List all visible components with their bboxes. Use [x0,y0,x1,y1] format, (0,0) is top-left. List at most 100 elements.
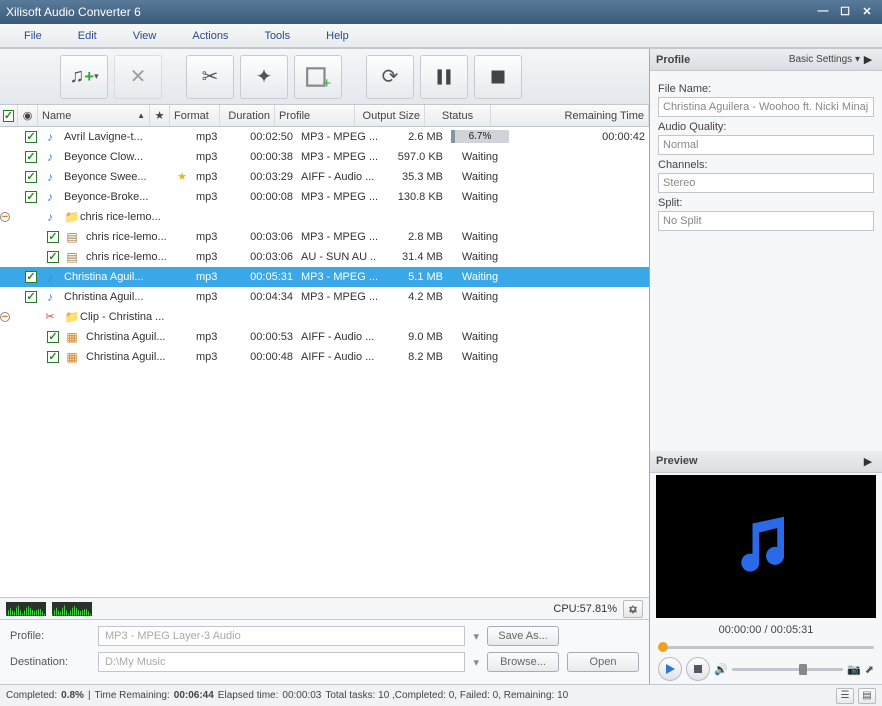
table-row[interactable]: ✓♪Christina Aguil...mp300:05:31MP3 - MPE… [0,267,649,287]
star-cell[interactable] [172,327,192,346]
col-profile[interactable]: Profile [275,105,355,126]
menu-help[interactable]: Help [308,26,367,46]
table-row[interactable]: ✓♪Avril Lavigne-t...mp300:02:50MP3 - MPE… [0,127,649,147]
table-row[interactable]: ✓♪Beyonce Swee...★mp300:03:29AIFF - Audi… [0,167,649,187]
menu-file[interactable]: File [6,26,60,46]
preview-expand-button[interactable]: ▶ [860,455,876,468]
menu-edit[interactable]: Edit [60,26,115,46]
star-cell[interactable] [172,147,192,166]
star-cell[interactable] [172,247,192,266]
row-checkbox[interactable]: ✓ [47,251,58,263]
save-as-button[interactable]: Save As... [487,626,559,646]
stop-preview-button[interactable] [686,657,710,681]
check-all[interactable]: ✓ [3,110,14,122]
channels-label: Channels: [658,159,874,171]
add-video-button[interactable]: + [294,55,342,99]
clip-button[interactable]: ✂ [186,55,234,99]
menu-view[interactable]: View [115,26,175,46]
row-checkbox[interactable]: ✓ [47,231,58,243]
table-row[interactable]: −✂📁 Clip - Christina ... [0,307,649,327]
duration-cell: 00:03:06 [242,247,297,266]
cpu-meter-icon [52,602,92,616]
table-row[interactable]: −♪📁 chris rice-lemo... [0,207,649,227]
table-row[interactable]: ✓▦Christina Aguil...mp300:00:48AIFF - Au… [0,347,649,367]
file-list[interactable]: ✓♪Avril Lavigne-t...mp300:02:50MP3 - MPE… [0,127,649,597]
star-cell[interactable] [172,207,192,226]
star-cell[interactable] [172,287,192,306]
cpu-settings-button[interactable] [623,600,643,618]
col-remaining[interactable]: Remaining Time [491,105,649,126]
collapse-icon[interactable]: − [0,312,10,322]
table-row[interactable]: ✓♪Beyonce-Broke...mp300:00:08MP3 - MPEG … [0,187,649,207]
audio-quality-select[interactable]: Normal [658,135,874,155]
table-row[interactable]: ✓♪Christina Aguil...mp300:04:34MP3 - MPE… [0,287,649,307]
preview-seek-slider[interactable] [658,640,874,654]
table-row[interactable]: ✓♪Beyonce Clow...mp300:00:38MP3 - MPEG .… [0,147,649,167]
profile-panel: File Name: Audio Quality: Normal Channel… [650,71,882,239]
menu-actions[interactable]: Actions [174,26,246,46]
audio-quality-label: Audio Quality: [658,121,874,133]
channels-select[interactable]: Stereo [658,173,874,193]
output-cell: 5.1 MB [377,267,447,286]
collapse-icon[interactable]: − [0,212,10,222]
profile-cell: AIFF - Audio ... [297,327,377,346]
close-button[interactable]: ✕ [858,5,876,19]
open-button[interactable]: Open [567,652,639,672]
profile-cell [297,207,377,226]
stop-button[interactable] [474,55,522,99]
basic-settings-dropdown[interactable]: Basic Settings ▾ [789,54,860,65]
browse-button[interactable]: Browse... [487,652,559,672]
col-status[interactable]: Status [425,105,491,126]
file-type-icon: ♪ [40,187,60,206]
star-cell[interactable] [172,307,192,326]
effects-button[interactable]: ✦ [240,55,288,99]
star-cell[interactable]: ★ [172,167,192,186]
duration-cell: 00:00:53 [242,327,297,346]
table-row[interactable]: ✓▤chris rice-lemo...mp300:03:06MP3 - MPE… [0,227,649,247]
row-checkbox[interactable]: ✓ [25,151,36,163]
convert-button[interactable]: ⟳ [366,55,414,99]
play-button[interactable] [658,657,682,681]
star-cell[interactable] [172,127,192,146]
destination-input[interactable] [98,652,465,672]
star-cell[interactable] [172,267,192,286]
log-button[interactable]: ▤ [858,688,876,704]
popout-button[interactable]: ⬈ [865,663,874,676]
col-name[interactable]: Name ▲ [38,105,150,126]
profile-cell [297,307,377,326]
minimize-button[interactable]: — [814,5,832,19]
star-cell[interactable] [172,347,192,366]
profile-cell: MP3 - MPEG ... [297,227,377,246]
row-checkbox[interactable]: ✓ [25,171,36,183]
split-select[interactable]: No Split [658,211,874,231]
row-checkbox[interactable]: ✓ [25,131,36,143]
row-checkbox[interactable]: ✓ [25,271,36,283]
table-row[interactable]: ✓▤chris rice-lemo...mp300:03:06AU - SUN … [0,247,649,267]
col-star[interactable]: ★ [150,105,170,126]
destination-label: Destination: [10,656,90,668]
row-checkbox[interactable]: ✓ [25,291,36,303]
col-format[interactable]: Format [170,105,220,126]
row-checkbox[interactable]: ✓ [47,331,58,343]
snapshot-button[interactable]: 📷 [847,663,861,676]
profile-select[interactable] [98,626,465,646]
row-checkbox[interactable]: ✓ [25,191,36,203]
file-name-input[interactable] [658,97,874,117]
menu-tools[interactable]: Tools [246,26,308,46]
maximize-button[interactable]: ☐ [836,5,854,19]
window-title: Xilisoft Audio Converter 6 [6,5,810,19]
expand-button[interactable]: ▶ [860,53,876,66]
volume-slider[interactable] [732,668,843,671]
volume-icon[interactable]: 🔊 [714,663,728,676]
add-file-button[interactable]: ♫+▾ [60,55,108,99]
pause-button[interactable] [420,55,468,99]
col-duration[interactable]: Duration [220,105,275,126]
delete-button[interactable]: ✕ [114,55,162,99]
star-cell[interactable] [172,227,192,246]
list-view-button[interactable]: ☰ [836,688,854,704]
star-cell[interactable] [172,187,192,206]
table-row[interactable]: ✓▦Christina Aguil...mp300:00:53AIFF - Au… [0,327,649,347]
col-output-size[interactable]: Output Size [355,105,425,126]
output-cell: 2.8 MB [377,227,447,246]
row-checkbox[interactable]: ✓ [47,351,58,363]
